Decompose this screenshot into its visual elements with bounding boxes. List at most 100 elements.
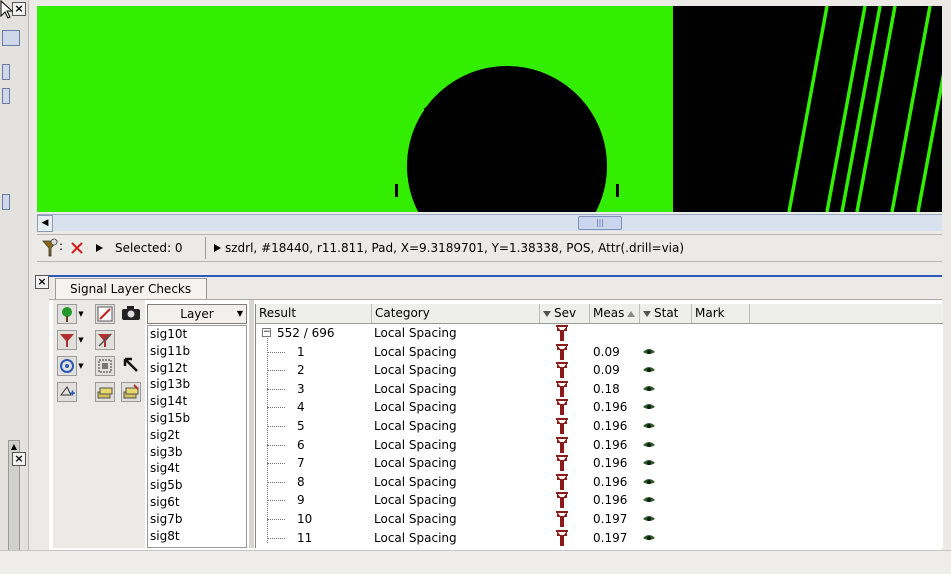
stat-toggle[interactable] bbox=[642, 439, 656, 453]
layers-button[interactable] bbox=[95, 382, 115, 402]
layer-item[interactable]: sig3b bbox=[148, 444, 246, 461]
stat-toggle[interactable] bbox=[642, 401, 656, 415]
column-header-result[interactable]: Result bbox=[256, 304, 372, 323]
clear-filter-button[interactable] bbox=[95, 330, 115, 350]
layers-icon bbox=[97, 387, 113, 399]
layer-item[interactable]: sig7b bbox=[148, 511, 246, 528]
column-header-stat[interactable]: Stat bbox=[640, 304, 692, 323]
tree-connector bbox=[267, 463, 285, 465]
result-measurement: 0.197 bbox=[593, 512, 628, 526]
result-measurement: 0.196 bbox=[593, 437, 628, 452]
result-measurement: 0.196 bbox=[593, 419, 628, 433]
layer-item[interactable]: sig13b bbox=[148, 376, 246, 393]
layer-item[interactable]: sig10t bbox=[148, 326, 246, 343]
close-icon[interactable]: × bbox=[12, 452, 26, 466]
result-measurement: 0.18 bbox=[593, 381, 620, 396]
tree-connector bbox=[267, 426, 285, 427]
layer-item[interactable]: sig2t bbox=[148, 427, 246, 444]
scrollbar-thumb[interactable]: ||| bbox=[578, 216, 622, 230]
result-row[interactable]: 4 Local Spacing 0.196 bbox=[256, 398, 943, 417]
stat-toggle[interactable] bbox=[642, 476, 656, 490]
eye-icon bbox=[643, 441, 655, 447]
column-header-meas[interactable]: Meas bbox=[590, 304, 640, 323]
panel-splitter[interactable] bbox=[249, 300, 254, 548]
result-row[interactable]: 5 Local Spacing 0.196 bbox=[256, 417, 943, 436]
column-header-mark[interactable]: Mark bbox=[692, 304, 750, 323]
layer-item[interactable]: sig8t bbox=[148, 528, 246, 545]
result-row[interactable]: 10 Local Spacing 0.197 bbox=[256, 510, 943, 529]
tree-connector bbox=[267, 370, 285, 372]
layer-item[interactable]: sig14t bbox=[148, 393, 246, 410]
column-header-category[interactable]: Category bbox=[372, 304, 540, 323]
result-row[interactable]: 3 Local Spacing 0.18 bbox=[256, 380, 943, 399]
result-row[interactable]: 9 Local Spacing 0.196 bbox=[256, 491, 943, 510]
highlight-button[interactable] bbox=[95, 304, 115, 324]
eye-icon bbox=[643, 534, 655, 540]
funnel-icon[interactable] bbox=[41, 238, 59, 258]
result-group-row[interactable]: −552 / 696 Local Spacing bbox=[256, 324, 943, 343]
stat-toggle[interactable] bbox=[642, 457, 656, 471]
close-icon[interactable] bbox=[71, 242, 83, 254]
scroll-left-icon[interactable]: ◀ bbox=[37, 215, 53, 232]
severity-warning-icon bbox=[556, 473, 568, 490]
filter-tree-button[interactable] bbox=[57, 304, 77, 324]
pointer-button[interactable] bbox=[121, 356, 141, 376]
zoom-mode-button[interactable] bbox=[57, 356, 77, 376]
layout-canvas[interactable] bbox=[37, 6, 942, 212]
column-header-sev[interactable]: Sev bbox=[540, 304, 590, 323]
layer-item[interactable]: sig12t bbox=[148, 360, 246, 377]
layer-item[interactable]: sig4t bbox=[148, 460, 246, 477]
chevron-down-icon[interactable]: ▼ bbox=[77, 304, 85, 324]
stat-toggle[interactable] bbox=[642, 364, 656, 378]
result-row[interactable]: 6 Local Spacing 0.196 bbox=[256, 436, 943, 455]
panel-tab-bar: Signal Layer Checks bbox=[49, 277, 942, 300]
tab-signal-layer-checks[interactable]: Signal Layer Checks bbox=[55, 278, 207, 299]
zoom-fit-button[interactable] bbox=[95, 356, 115, 376]
close-icon[interactable]: × bbox=[12, 2, 26, 16]
close-icon[interactable]: × bbox=[35, 275, 49, 289]
layer-dropdown[interactable]: Layer ▼ bbox=[147, 304, 247, 324]
chevron-down-icon[interactable]: ▼ bbox=[77, 330, 85, 350]
thermal-spoke bbox=[616, 184, 619, 197]
chevron-down-icon[interactable]: ▼ bbox=[237, 305, 243, 323]
stat-toggle[interactable] bbox=[642, 513, 656, 527]
layer-item[interactable]: sig6t bbox=[148, 494, 246, 511]
selected-count: Selected: 0 bbox=[115, 241, 183, 255]
snapshot-button[interactable] bbox=[121, 304, 141, 324]
add-check-button[interactable] bbox=[57, 382, 77, 402]
layer-list[interactable]: sig10t sig11b sig12t sig13b sig14t sig15… bbox=[147, 325, 247, 548]
results-table[interactable]: Result Category Sev Meas Stat Mark −552 … bbox=[255, 304, 943, 548]
chevron-down-icon[interactable]: ▼ bbox=[77, 356, 85, 376]
play-arrow-icon[interactable] bbox=[95, 243, 104, 253]
result-row[interactable]: 1 Local Spacing 0.09 bbox=[256, 343, 943, 362]
dock-tool-icon[interactable] bbox=[2, 88, 10, 104]
result-id: 2 bbox=[297, 363, 305, 378]
result-row[interactable]: 2 Local Spacing 0.09 bbox=[256, 361, 943, 380]
zoom-area-icon bbox=[98, 359, 112, 373]
funnel-filter-button[interactable] bbox=[57, 330, 77, 350]
play-arrow-icon[interactable] bbox=[213, 243, 222, 253]
result-row[interactable]: 11 Local Spacing 0.197 bbox=[256, 529, 943, 548]
dock-tool-icon[interactable] bbox=[2, 64, 10, 80]
result-row[interactable]: 7 Local Spacing 0.196 bbox=[256, 454, 943, 473]
dock-tool-icon[interactable] bbox=[2, 194, 10, 210]
result-measurement: 0.196 bbox=[593, 474, 628, 489]
collapse-icon[interactable]: − bbox=[262, 328, 271, 337]
layer-item[interactable]: sig11b bbox=[148, 343, 246, 360]
stat-toggle[interactable] bbox=[642, 494, 656, 508]
stat-toggle[interactable] bbox=[642, 420, 656, 434]
layer-item[interactable]: sig5b bbox=[148, 477, 246, 494]
highlight-icon bbox=[97, 306, 113, 322]
stat-toggle[interactable] bbox=[642, 383, 656, 397]
stat-toggle[interactable] bbox=[642, 346, 656, 360]
layer-item[interactable]: sig15b bbox=[148, 410, 246, 427]
dock-tool-icon[interactable] bbox=[2, 30, 20, 46]
canvas-horizontal-scrollbar[interactable]: ◀ ||| bbox=[37, 214, 942, 232]
stat-toggle[interactable] bbox=[642, 532, 656, 546]
result-category: Local Spacing bbox=[374, 474, 457, 489]
result-category: Local Spacing bbox=[374, 530, 457, 545]
result-measurement: 0.09 bbox=[593, 344, 620, 359]
result-row[interactable]: 8 Local Spacing 0.196 bbox=[256, 473, 943, 492]
tree-connector bbox=[267, 481, 285, 483]
layers-edit-button[interactable] bbox=[121, 382, 141, 402]
